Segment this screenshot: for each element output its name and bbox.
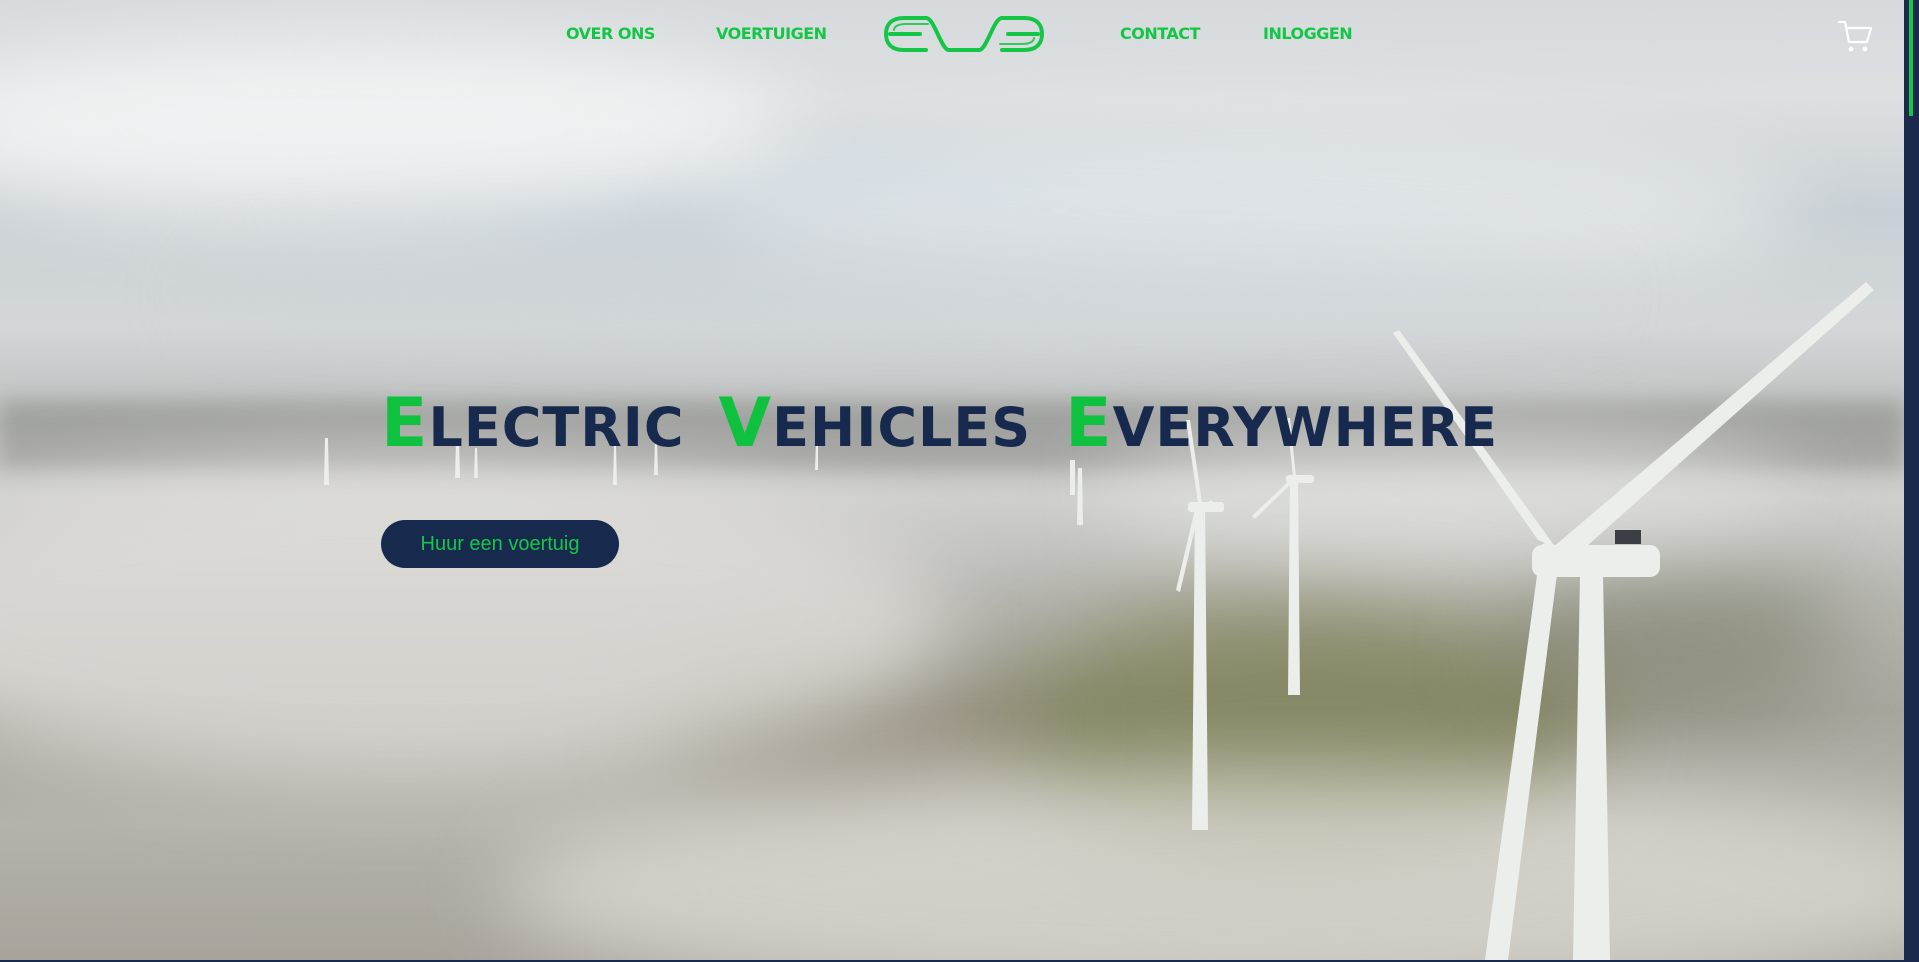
top-navigation: OVER ONS VOERTUIGEN CONTACT INLOGGEN <box>0 0 1904 70</box>
headline-rest: EHICLES <box>772 396 1032 459</box>
scrollbar-thumb[interactable] <box>1909 0 1913 116</box>
nav-link-voertuigen[interactable]: VOERTUIGEN <box>716 24 827 43</box>
nav-link-inloggen[interactable]: INLOGGEN <box>1263 24 1353 43</box>
headline-initial: E <box>1065 384 1113 463</box>
headline-initial: V <box>718 384 773 463</box>
headline-initial: E <box>381 384 429 463</box>
cart-icon[interactable] <box>1837 18 1873 54</box>
headline-rest: LECTRIC <box>428 396 685 459</box>
nav-link-over-ons[interactable]: OVER ONS <box>566 24 655 43</box>
rent-vehicle-button[interactable]: Huur een voertuig <box>381 520 619 568</box>
hero-background <box>0 0 1904 960</box>
wind-turbines-illustration <box>324 282 1874 960</box>
scrollbar-track[interactable] <box>1904 0 1919 962</box>
nav-link-contact[interactable]: CONTACT <box>1120 24 1200 43</box>
hero-headline: ELECTRIC VEHICLES EVERYWHERE <box>381 386 1498 466</box>
headline-word-vehicles: VEHICLES <box>719 386 1032 466</box>
headline-rest: VERYWHERE <box>1112 396 1499 459</box>
headline-word-everywhere: EVERYWHERE <box>1065 386 1498 466</box>
headline-word-electric: ELECTRIC <box>381 386 685 466</box>
eve-logo[interactable] <box>882 10 1046 58</box>
